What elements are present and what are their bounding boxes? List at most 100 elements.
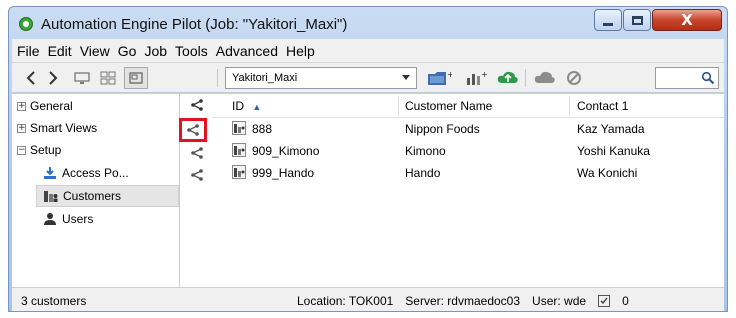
status-user: User: wde [532, 294, 587, 308]
window-title: Automation Engine Pilot (Job: "Yakitori_… [41, 16, 348, 33]
tree-item-users[interactable]: Users [42, 208, 93, 230]
menu-view[interactable]: View [79, 43, 111, 59]
share-icon [191, 169, 203, 181]
minimize-icon [603, 22, 613, 26]
close-button[interactable]: X [652, 9, 722, 31]
grid-icon [100, 71, 116, 85]
forward-arrow-icon [49, 71, 58, 85]
tree-item-access-points[interactable]: Access Po... [42, 162, 129, 184]
chevron-down-icon [402, 75, 410, 80]
share-button[interactable] [188, 144, 206, 162]
menu-help[interactable]: Help [285, 43, 316, 59]
expand-icon[interactable]: + [17, 101, 26, 111]
customer-icon [232, 121, 246, 135]
svg-text:+: + [481, 70, 488, 79]
forward-button[interactable] [44, 67, 62, 89]
tree-item-smart-views[interactable]: + Smart Views [12, 117, 97, 139]
search-icon[interactable] [701, 71, 715, 85]
svg-text:+: + [447, 70, 452, 79]
search-input[interactable] [655, 67, 719, 89]
tree-item-general[interactable]: + General [12, 95, 73, 117]
share-icon [191, 147, 203, 159]
job-selector-value: Yakitori_Maxi [232, 72, 298, 84]
inbox-count: 0 [622, 294, 629, 308]
cell-customer-name: Kimono [405, 144, 446, 158]
cell-contact: Wa Konichi [577, 166, 638, 180]
folder-add-icon: + [428, 70, 452, 85]
tree-item-label: Access Po... [62, 166, 129, 180]
cloud-upload-icon [497, 71, 518, 83]
share-header-icon[interactable] [188, 96, 206, 114]
collapse-icon[interactable]: − [17, 145, 26, 155]
user-icon [42, 211, 58, 227]
grid-view-button[interactable] [98, 67, 118, 89]
cell-id: 888 [252, 122, 273, 136]
cancel-icon [567, 71, 581, 85]
minimize-button[interactable] [594, 9, 622, 31]
table-row[interactable]: 999_Hando Hando Wa Konichi [212, 162, 724, 184]
tree-item-customers[interactable]: Customers [36, 185, 179, 207]
cancel-button[interactable] [563, 67, 585, 89]
share-button-highlighted[interactable] [179, 118, 207, 142]
tree-item-label: General [30, 99, 73, 113]
add-chart-button[interactable]: + [463, 67, 489, 89]
menu-edit[interactable]: Edit [47, 43, 73, 59]
toolbar: Yakitori_Maxi + + [12, 63, 724, 93]
column-divider[interactable] [398, 96, 399, 116]
status-bar: 3 customers Location: TOK001 Server: rdv… [12, 287, 724, 311]
status-location: Location: TOK001 [297, 294, 394, 308]
menu-job[interactable]: Job [143, 43, 168, 59]
share-button[interactable] [188, 166, 206, 184]
column-header-id[interactable]: ID ▲ [232, 99, 261, 113]
monitor-icon [74, 72, 90, 84]
customer-icon [232, 143, 246, 157]
navigation-tree: + General + Smart Views − Setup Access P… [12, 94, 180, 287]
share-icon [187, 124, 199, 136]
customer-icon [232, 165, 246, 179]
column-divider[interactable] [569, 96, 570, 116]
frame-icon [129, 72, 143, 84]
column-header-contact[interactable]: Contact 1 [577, 99, 628, 113]
access-point-icon [42, 165, 58, 181]
tree-item-label: Customers [63, 189, 122, 203]
table-row[interactable]: 909_Kimono Kimono Yoshi Kanuka [212, 140, 724, 162]
menu-go[interactable]: Go [117, 43, 138, 59]
inbox-icon[interactable] [598, 295, 611, 307]
cell-contact: Yoshi Kanuka [577, 144, 650, 158]
column-header-label: ID [232, 99, 244, 113]
tree-item-label: Smart Views [30, 121, 98, 135]
share-column [179, 94, 210, 287]
tree-item-setup[interactable]: − Setup [12, 139, 61, 161]
cell-contact: Kaz Yamada [577, 122, 645, 136]
add-folder-button[interactable]: + [425, 67, 453, 89]
status-server: Server: rdvmaedoc03 [405, 294, 521, 308]
monitor-button[interactable] [72, 67, 92, 89]
expand-icon[interactable]: + [17, 123, 26, 133]
cell-id: 909_Kimono [252, 144, 320, 158]
menu-advanced[interactable]: Advanced [215, 43, 279, 59]
upload-button[interactable] [495, 67, 521, 89]
share-icon [191, 99, 203, 111]
tree-item-label: Setup [30, 143, 62, 157]
menu-tools[interactable]: Tools [174, 43, 209, 59]
chart-add-icon: + [467, 70, 488, 85]
app-icon [19, 17, 33, 31]
job-selector[interactable]: Yakitori_Maxi [225, 67, 417, 89]
cloud-icon [534, 71, 555, 83]
tree-item-label: Users [62, 212, 94, 226]
cell-id: 999_Hando [252, 166, 315, 180]
cell-customer-name: Hando [405, 166, 441, 180]
frame-view-button[interactable] [124, 67, 148, 89]
maximize-button[interactable] [623, 9, 651, 31]
back-button[interactable] [22, 67, 40, 89]
toolbar-separator [525, 69, 526, 87]
title-bar[interactable]: Automation Engine Pilot (Job: "Yakitori_… [9, 7, 727, 41]
column-header-customer-name[interactable]: Customer Name [405, 99, 492, 113]
status-info: Location: TOK001 Server: rdvmaedoc03 Use… [297, 294, 629, 308]
table-row[interactable]: 888 Nippon Foods Kaz Yamada [212, 118, 724, 140]
menu-file[interactable]: File [16, 43, 41, 59]
customers-icon [43, 188, 59, 204]
toolbar-separator [217, 69, 218, 87]
cloud-button[interactable] [532, 67, 558, 89]
back-arrow-icon [26, 71, 35, 85]
